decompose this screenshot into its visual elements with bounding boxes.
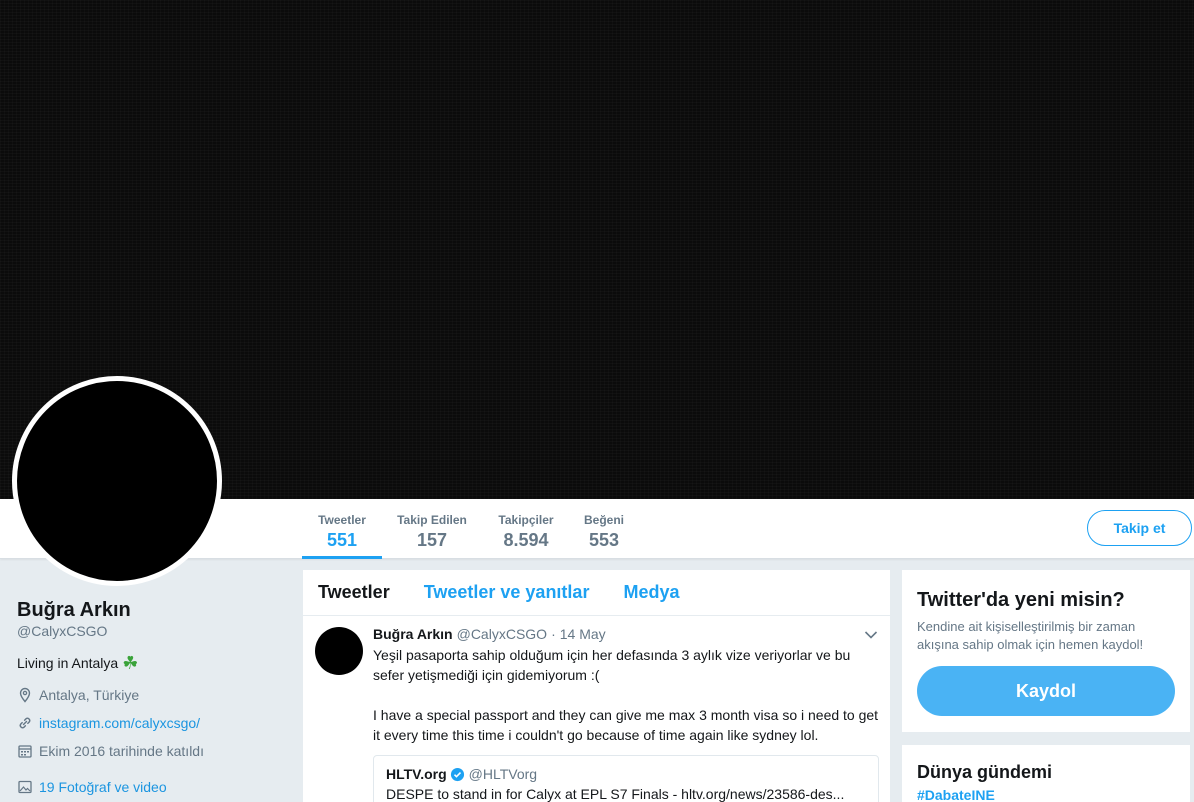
profile-bio: Living in Antalya ☘ [17, 654, 287, 672]
tweet-author[interactable]: Buğra Arkın [373, 626, 453, 642]
stat-following[interactable]: Takip Edilen 157 [393, 499, 471, 559]
stat-followers[interactable]: Takipçiler 8.594 [493, 499, 559, 559]
map-pin-icon [19, 687, 31, 703]
stat-following-value: 157 [416, 530, 448, 550]
quoted-tweet-text: DESPE to stand in for Calyx at EPL S7 Fi… [386, 786, 845, 802]
tweet-separator: · [551, 626, 556, 642]
signup-subtitle: Kendine ait kişiselleştirilmiş bir zaman… [917, 619, 1144, 652]
tweet[interactable]: Buğra Arkın @CalyxCSGO · 14 May Yeşil pa… [303, 616, 890, 802]
stat-tweets-value: 551 [326, 530, 358, 550]
profile-name[interactable]: Buğra Arkın [17, 598, 287, 622]
joined-text: Ekim 2016 tarihinde katıldı [39, 743, 204, 759]
trends-title: Dünya gündemi [917, 762, 1053, 782]
signup-button[interactable]: Kaydol [917, 666, 1175, 716]
trends-module: Dünya gündemi #DabateINE [902, 745, 1190, 802]
tweet-header: Buğra Arkın @CalyxCSGO · 14 May [373, 626, 878, 642]
stat-followers-label: Takipçiler [498, 513, 554, 527]
image-icon [18, 780, 32, 794]
tweet-text: Yeşil pasaporta sahip olduğum için her d… [373, 645, 881, 745]
signup-module: Twitter'da yeni misin? Kendine ait kişis… [902, 570, 1190, 732]
tab-media[interactable]: Medya [623, 582, 679, 603]
tweet-timestamp[interactable]: 14 May [560, 626, 606, 642]
link-icon [19, 717, 31, 729]
verified-badge-icon [450, 767, 465, 782]
profile-website: instagram.com/calyxcsgo/ [17, 714, 287, 732]
tweet-avatar[interactable] [315, 627, 363, 675]
photos-link[interactable]: 19 Fotoğraf ve video [39, 779, 167, 795]
signup-title: Twitter'da yeni misin? [917, 589, 1125, 611]
trend-item[interactable]: #DabateINE [917, 787, 1175, 802]
calendar-icon [18, 745, 32, 758]
quoted-tweet-author: HLTV.org [386, 766, 447, 782]
tab-tweets[interactable]: Tweetler [318, 582, 390, 603]
stat-followers-value: 8.594 [503, 530, 549, 550]
location-text: Antalya, Türkiye [39, 687, 140, 703]
stat-likes-value: 553 [588, 530, 620, 550]
tab-tweets-and-replies[interactable]: Tweetler ve yanıtlar [424, 582, 590, 603]
stat-tweets-label: Tweetler [318, 513, 366, 527]
website-link[interactable]: instagram.com/calyxcsgo/ [39, 715, 200, 731]
quoted-tweet-header: HLTV.org @HLTVorg [386, 766, 866, 782]
profile-card: Buğra Arkın @CalyxCSGO Living in Antalya… [17, 598, 287, 796]
follow-button[interactable]: Takip et [1087, 510, 1192, 546]
tweet-handle[interactable]: @CalyxCSGO [457, 626, 547, 642]
tweet-text-turkish: Yeşil pasaporta sahip olduğum için her d… [373, 647, 851, 683]
profile-photos: 19 Fotoğraf ve video [17, 778, 287, 796]
stat-likes[interactable]: Beğeni 553 [578, 499, 630, 559]
timeline-tabs: Tweetler Tweetler ve yanıtlar Medya [303, 570, 890, 616]
tweet-text-english: I have a special passport and they can g… [373, 707, 879, 743]
stat-following-label: Takip Edilen [397, 513, 467, 527]
clover-icon: ☘ [122, 653, 139, 673]
stat-tweets[interactable]: Tweetler 551 [302, 499, 382, 559]
chevron-down-icon[interactable] [864, 630, 878, 640]
profile-joined: Ekim 2016 tarihinde katıldı [17, 742, 287, 760]
quoted-tweet[interactable]: HLTV.org @HLTVorg DESPE to stand in for … [373, 755, 879, 802]
stat-likes-label: Beğeni [583, 513, 624, 527]
quoted-tweet-handle: @HLTVorg [468, 766, 538, 782]
timeline: Tweetler Tweetler ve yanıtlar Medya Buğr… [303, 570, 890, 802]
profile-bio-text: Living in Antalya [17, 655, 119, 671]
profile-location: Antalya, Türkiye [17, 686, 287, 704]
profile-handle[interactable]: @CalyxCSGO [17, 623, 287, 639]
profile-avatar[interactable] [12, 376, 222, 586]
